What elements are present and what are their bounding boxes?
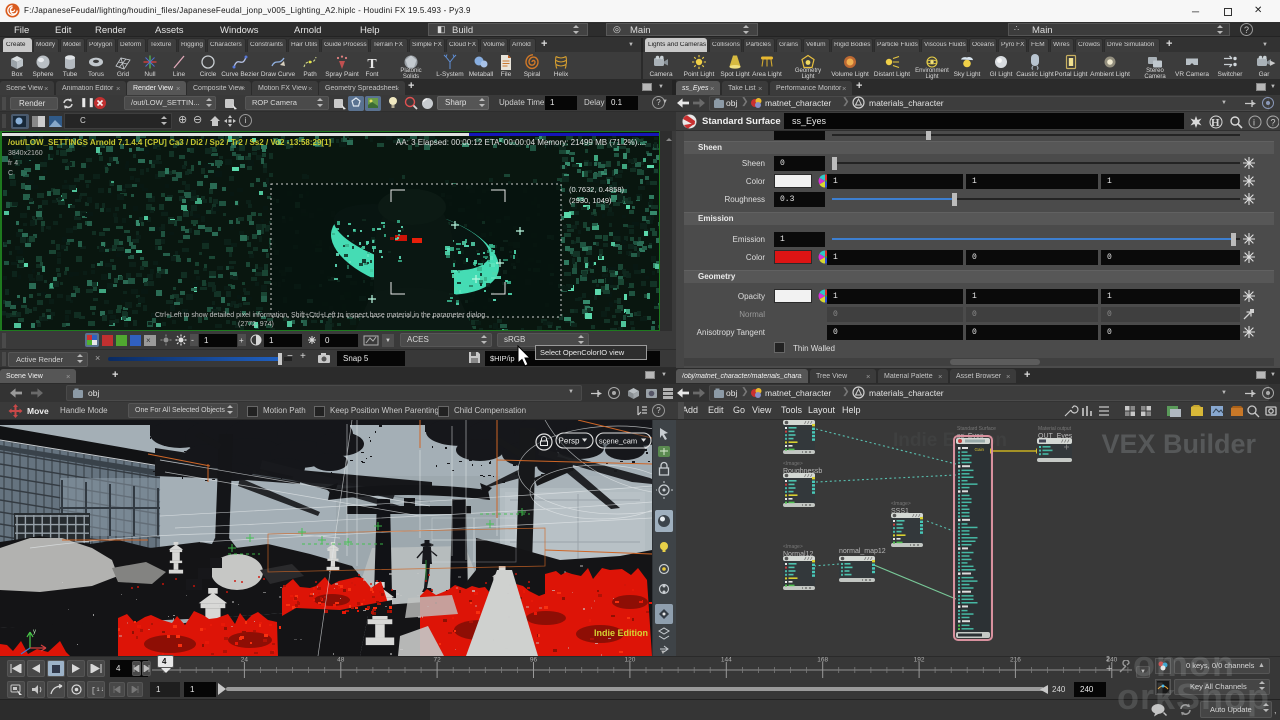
svg-text:<Image>: <Image> [783, 544, 803, 550]
svg-text:normal_map12: normal_map12 [839, 548, 886, 555]
svg-text:scene_cam: scene_cam [599, 437, 637, 446]
svg-text:Material output: Material output [1038, 426, 1072, 432]
svg-text:48: 48 [337, 657, 345, 664]
svg-text:Standard Surface: Standard Surface [957, 426, 996, 432]
svg-text:[¹²]: [¹²] [91, 687, 103, 695]
svg-text:y: y [33, 629, 36, 635]
svg-text:i: i [1253, 118, 1255, 128]
svg-text:<Image>: <Image> [891, 501, 911, 507]
svg-text:168: 168 [817, 657, 828, 664]
svg-text:Indie Edition: Indie Edition [594, 628, 648, 638]
svg-text:216: 216 [1010, 657, 1021, 664]
svg-text:?: ? [1271, 118, 1276, 128]
svg-text:VEX Builder: VEX Builder [1101, 429, 1256, 459]
svg-text:120: 120 [624, 657, 635, 664]
svg-text:144: 144 [721, 657, 732, 664]
svg-text:72: 72 [433, 657, 441, 664]
svg-text:<Image>: <Image> [783, 461, 803, 467]
svg-text:Gain: Gain [974, 447, 984, 452]
svg-text:192: 192 [914, 657, 925, 664]
svg-text:24: 24 [241, 657, 249, 664]
svg-text:Persp: Persp [559, 437, 580, 446]
svg-text:96: 96 [530, 657, 538, 664]
